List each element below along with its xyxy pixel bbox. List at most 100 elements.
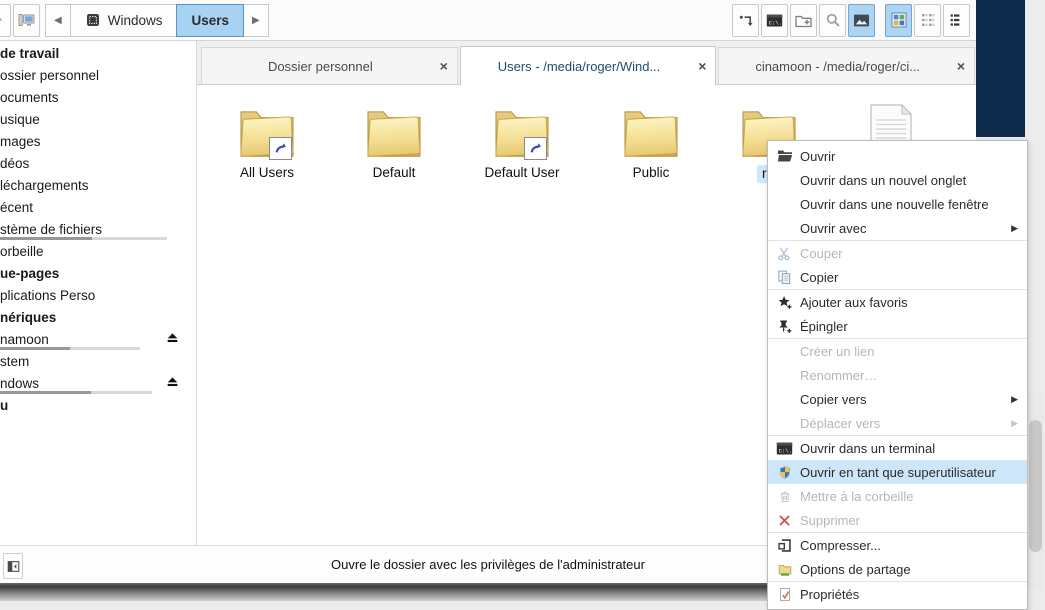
file-label: Public [632, 165, 670, 180]
file-folder-default[interactable]: Default [346, 88, 442, 180]
desktop-dark-panel [976, 0, 1025, 137]
breadcrumb-item-users[interactable]: Users [176, 3, 244, 37]
menu-item-label: Ouvrir avec [800, 220, 867, 236]
file-folder-public[interactable]: Public [603, 88, 699, 180]
submenu-arrow-icon: ▶ [1011, 417, 1018, 428]
sidebar-item-label: ossier personnel [0, 67, 100, 83]
sidebar-item-images[interactable]: mages [0, 130, 196, 152]
menu-item-label: Mettre à la corbeille [800, 488, 914, 504]
eject-icon[interactable] [165, 375, 180, 388]
menu-item-open-new-window[interactable]: Ouvrir dans une nouvelle fenêtre [768, 192, 1027, 216]
star-plus-icon [775, 295, 794, 310]
menu-item-label: Déplacer vers [800, 415, 881, 431]
list-view-button[interactable] [943, 3, 970, 37]
breadcrumb-item-windows[interactable]: Windows [69, 3, 178, 37]
menu-item-sharing-options[interactable]: Options de partage [768, 557, 1027, 581]
menu-item-open[interactable]: Ouvrir [768, 144, 1027, 168]
menu-item-label: Créer un lien [800, 343, 875, 359]
sidebar-item-marque-pages[interactable]: ue-pages [0, 262, 196, 284]
sidebar-item-telechargements[interactable]: léchargements [0, 174, 196, 196]
shortcut-arrow-icon [524, 137, 547, 160]
scrollbar-thumb[interactable] [1029, 420, 1042, 552]
sidebar-item-label: nériques [0, 309, 57, 325]
sidebar-item-label: de travail [0, 45, 60, 61]
new-folder-button[interactable] [790, 3, 817, 37]
sidebar-item-label: léchargements [0, 177, 89, 193]
menu-item-open-as-root[interactable]: Ouvrir en tant que superutilisateur [768, 460, 1027, 484]
sidebar-item-peripheriques[interactable]: nériques [0, 306, 196, 328]
sidebar-item-systeme-fichiers[interactable]: stème de fichiers [0, 218, 196, 240]
shortcut-arrow-icon [269, 137, 292, 160]
sidebar-item-musique[interactable]: usique [0, 108, 196, 130]
shield-icon [775, 465, 794, 480]
sidebar-item-recent[interactable]: écent [0, 196, 196, 218]
sidebar-item-reseau[interactable]: u [0, 394, 196, 416]
menu-item-label: Ouvrir dans un nouvel onglet [800, 172, 967, 188]
sidebar-item-windows[interactable]: ndows [0, 372, 196, 394]
breadcrumb: ◀ Windows Users ▶ [45, 3, 269, 37]
menu-item-rename[interactable]: Renommer… [768, 363, 1027, 387]
sidebar-item-documents[interactable]: ocuments [0, 86, 196, 108]
tab-cinamoon[interactable]: cinamoon - /media/roger/ci... × [718, 47, 976, 84]
tab-users[interactable]: Users - /media/roger/Wind... × [459, 46, 717, 85]
menu-item-copy-to[interactable]: Copier vers ▶ [768, 387, 1027, 411]
tab-close-button[interactable]: × [431, 58, 457, 74]
file-folder-all-users[interactable]: All Users [219, 88, 315, 180]
menu-item-open-new-tab[interactable]: Ouvrir dans un nouvel onglet [768, 168, 1027, 192]
open-terminal-button[interactable]: C:\. [761, 3, 788, 37]
menu-item-open-with[interactable]: Ouvrir avec ▶ [768, 216, 1027, 240]
menu-item-open-in-terminal[interactable]: C:\. Ouvrir dans un terminal [768, 436, 1027, 460]
sidebar-item-label: u [0, 397, 9, 413]
menu-item-move-to-trash[interactable]: Mettre à la corbeille [768, 484, 1027, 508]
sidebar-item-system[interactable]: stem [0, 350, 196, 372]
submenu-arrow-icon: ▶ [1011, 222, 1018, 233]
menu-item-move-to[interactable]: Déplacer vers ▶ [768, 411, 1027, 435]
menu-item-pin[interactable]: Épingler [768, 314, 1027, 338]
sidebar-item-dossier-personnel[interactable]: ossier personnel [0, 64, 196, 86]
scrollbar[interactable] [1028, 393, 1044, 589]
menu-item-properties[interactable]: Propriétés [768, 582, 1027, 606]
breadcrumb-forward-button[interactable]: ▶ [243, 3, 269, 37]
computer-button[interactable] [13, 3, 40, 37]
properties-icon [775, 587, 794, 602]
breadcrumb-back-button[interactable]: ◀ [45, 3, 71, 37]
sidebar-item-label: namoon [0, 331, 49, 347]
eject-icon[interactable] [165, 331, 180, 344]
search-button[interactable] [819, 3, 846, 37]
menu-item-compress[interactable]: Compresser... [768, 533, 1027, 557]
sidebar-item-corbeille[interactable]: orbeille [0, 240, 196, 262]
sidebar-item-espace-travail[interactable]: de travail [0, 42, 196, 64]
tab-close-button[interactable]: × [948, 58, 974, 74]
goto-icon [738, 13, 754, 28]
up-button[interactable] [0, 3, 11, 37]
menu-item-copy[interactable]: Copier [768, 265, 1027, 289]
menu-item-cut[interactable]: Couper [768, 241, 1027, 265]
menu-item-add-favorites[interactable]: Ajouter aux favoris [768, 290, 1027, 314]
breadcrumb-label: Windows [107, 12, 163, 28]
toggle-sidebar-button[interactable] [3, 553, 23, 579]
copy-icon [775, 270, 794, 285]
new-folder-icon [795, 13, 812, 28]
sidebar-item-cinamoon[interactable]: namoon [0, 328, 196, 350]
tab-close-button[interactable]: × [689, 58, 715, 74]
compact-view-button[interactable] [914, 3, 941, 37]
sidebar-item-label: stem [0, 353, 30, 369]
sidebar-item-videos[interactable]: déos [0, 152, 196, 174]
menu-item-create-link[interactable]: Créer un lien [768, 339, 1027, 363]
hide-sidebar-icon [7, 560, 20, 573]
icon-view-button[interactable] [885, 3, 912, 37]
enter-location-button[interactable] [732, 3, 759, 37]
menu-item-delete[interactable]: Supprimer [768, 508, 1027, 532]
menu-item-label: Renommer… [800, 367, 878, 383]
sidebar-item-label: plications Perso [0, 287, 96, 303]
tab-home[interactable]: Dossier personnel × [201, 47, 458, 84]
sidebar-item-label: orbeille [0, 243, 44, 259]
file-folder-default-user[interactable]: Default User [474, 88, 570, 180]
tab-label: cinamoon - /media/roger/ci... [755, 58, 921, 74]
menu-item-label: Compresser... [800, 537, 881, 553]
tab-bar: Dossier personnel × Users - /media/roger/W… [197, 41, 976, 85]
show-thumbnails-button[interactable] [848, 3, 875, 37]
windows-device-icon [85, 12, 101, 28]
sidebar-item-applications-perso[interactable]: plications Perso [0, 284, 196, 306]
sidebar-item-label: ocuments [0, 89, 59, 105]
